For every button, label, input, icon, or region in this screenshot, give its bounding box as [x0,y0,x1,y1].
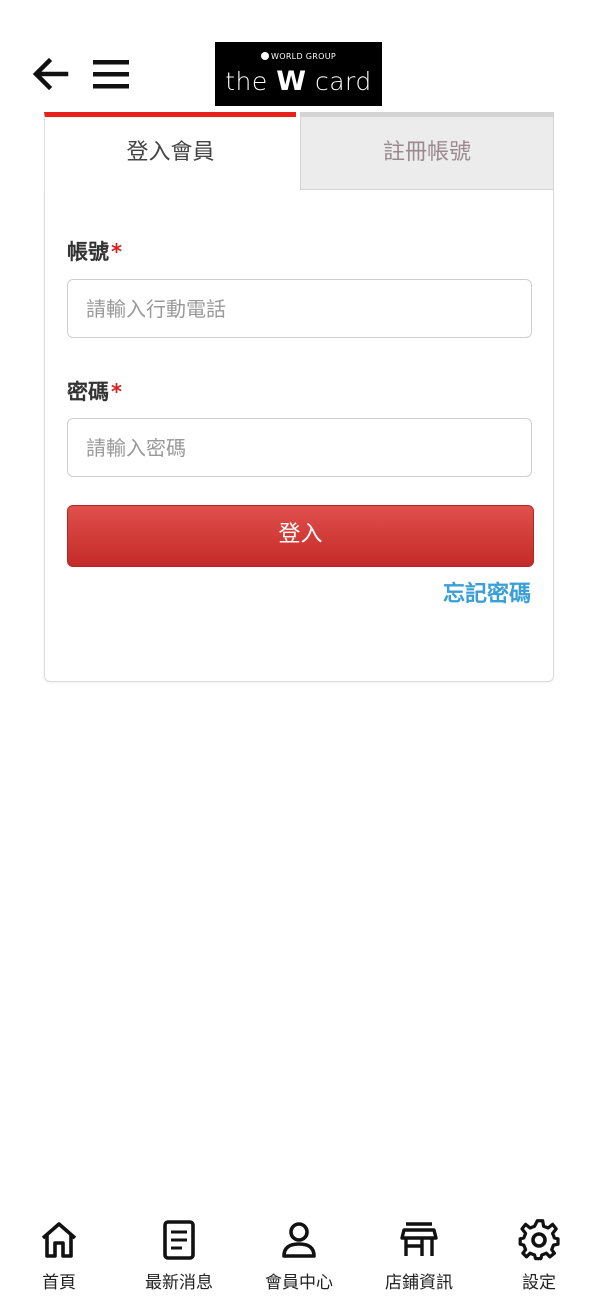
login-button[interactable]: 登入 [67,505,534,567]
required-mark: * [111,380,122,404]
nav-item-member[interactable]: 會員中心 [244,1210,354,1300]
news-icon [163,1220,195,1260]
back-arrow-icon [32,57,69,91]
account-input[interactable] [67,279,532,338]
store-icon [400,1222,438,1256]
hamburger-icon [93,60,129,89]
password-label: 密碼* [67,380,122,404]
nav-label: 設定 [522,1273,556,1293]
logo-mark-icon [261,52,270,60]
nav-item-store[interactable]: 店鋪資訊 [364,1210,474,1300]
gear-icon [518,1219,560,1261]
forgot-password-link[interactable]: 忘記密碼 [443,576,531,608]
nav-label: 最新消息 [145,1273,213,1293]
menu-button[interactable] [90,54,132,94]
tab-register[interactable]: 註冊帳號 [300,112,554,190]
auth-tabs: 登入會員 註冊帳號 [44,112,554,190]
bottom-nav: 首頁 最新消息 會員中心 店鋪資訊 設定 [0,1210,598,1300]
password-input[interactable] [67,418,532,477]
the-w-card-logo: WORLD GROUP the W card [215,42,382,106]
user-icon [282,1222,316,1258]
required-mark: * [111,240,122,264]
app-header: WORLD GROUP the W card [0,0,598,112]
account-label: 帳號* [67,240,122,264]
nav-item-settings[interactable]: 設定 [484,1210,594,1300]
tab-login[interactable]: 登入會員 [44,112,296,190]
back-button[interactable] [30,52,70,96]
nav-label: 店鋪資訊 [385,1273,453,1293]
home-icon [41,1222,77,1258]
nav-label: 首頁 [42,1273,76,1293]
nav-item-news[interactable]: 最新消息 [124,1210,234,1300]
logo-group-text: WORLD GROUP [215,52,382,61]
login-form: 帳號* 密碼* 登入 忘記密碼 [44,190,554,682]
nav-label: 會員中心 [265,1273,333,1293]
logo-wordmark: the W card [225,66,372,97]
nav-item-home[interactable]: 首頁 [4,1210,114,1300]
